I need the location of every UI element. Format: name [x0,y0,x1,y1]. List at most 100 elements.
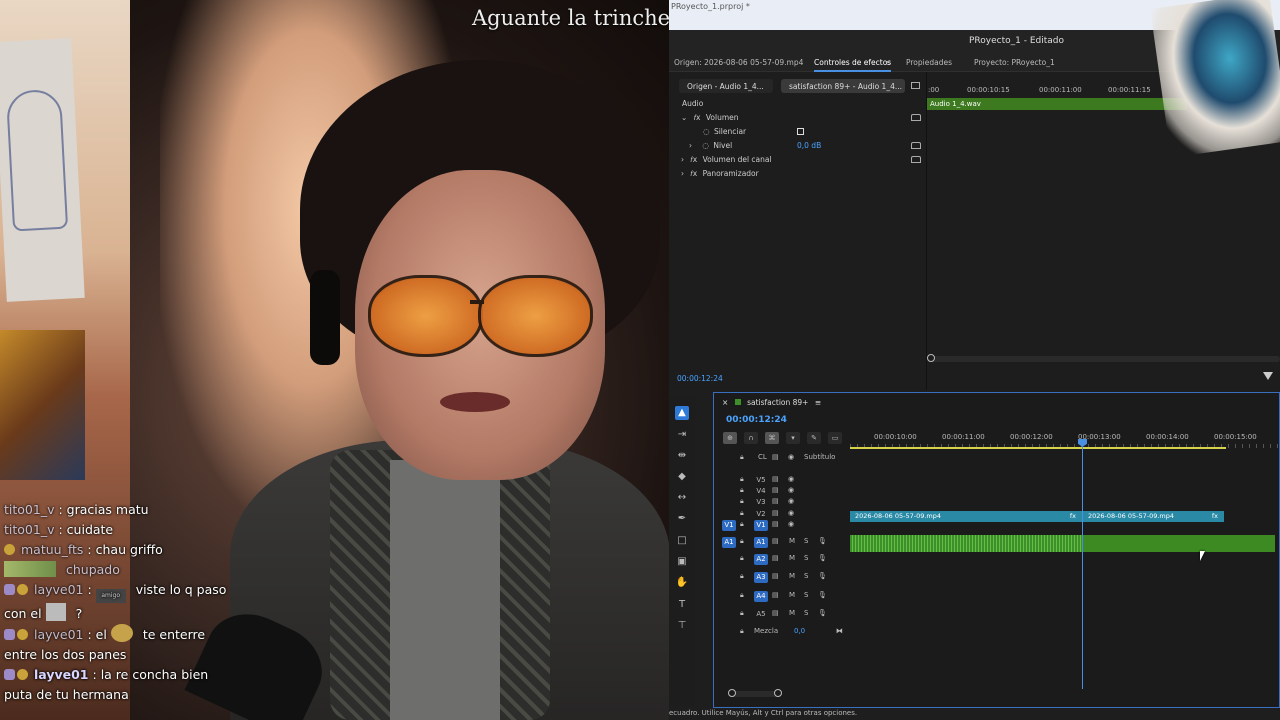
scroll-handle[interactable] [927,354,935,362]
track-label[interactable]: V1 [754,520,768,531]
solo-button[interactable]: S [804,537,808,545]
close-icon[interactable]: × [722,398,728,407]
filter-icon[interactable] [1263,372,1273,380]
film-icon[interactable]: ▤ [772,475,779,483]
mute-button[interactable]: M [789,554,795,562]
track-label[interactable]: V3 [754,497,768,508]
go-to-out-icon[interactable]: ⧓ [836,627,843,635]
audio-clip-bar[interactable]: Audio 1_4.wav [927,98,1187,110]
timeline-timecode[interactable]: 00:00:12:24 [726,415,787,425]
sequence-tab[interactable]: × satisfaction 89+ ≡ [722,398,821,407]
video-clip[interactable]: 2026-08-06 05-57-09.mp4 fx [1083,511,1224,522]
tab-origin[interactable]: Origen: 2026-08-06 05-57-09.mp4 [674,58,803,67]
solo-button[interactable]: S [804,591,808,599]
eye-icon[interactable]: ◉ [788,453,794,461]
scroll-handle-right[interactable] [774,689,782,697]
stopwatch-icon[interactable]: ◌ [702,141,709,150]
tab-effect-controls[interactable]: Controles de efectos [814,58,892,72]
track-label[interactable]: A2 [754,554,768,565]
rectangle-tool-icon[interactable]: □ [675,534,689,548]
lock-icon[interactable]: 🔒︎ [740,497,744,506]
audio-clip[interactable] [850,535,1082,552]
film-icon[interactable]: ▤ [772,453,779,461]
track-label[interactable]: A4 [754,591,768,602]
caption-tool-icon[interactable]: ⊤ [675,619,689,633]
mute-button[interactable]: M [789,591,795,599]
lock-icon[interactable]: 🔒︎ [740,537,744,546]
mute-button[interactable]: M [789,609,795,617]
sync-icon[interactable]: ▤ [772,537,779,545]
lock-icon[interactable]: 🔒︎ [740,509,744,518]
track-label[interactable]: A3 [754,572,768,583]
chevron-right-icon[interactable]: › [681,169,684,178]
track-label[interactable]: A5 [754,609,768,620]
scroll-handle-left[interactable] [728,689,736,697]
snap-icon[interactable]: ∩ [744,432,758,444]
film-icon[interactable]: ▤ [772,520,779,528]
solo-button[interactable]: S [804,609,808,617]
source-patch-a1[interactable]: A1 [722,537,736,548]
eye-icon[interactable]: ◉ [788,475,794,483]
lock-icon[interactable]: 🔒︎ [740,453,744,462]
source-patch-v1[interactable]: V1 [722,520,736,531]
source-select-sequence[interactable]: satisfaction 89+ - Audio 1_4... [781,79,905,93]
panel-toggle-icon[interactable] [911,82,920,89]
solo-button[interactable]: S [804,554,808,562]
track-select-tool-icon[interactable]: ⇥ [675,428,689,442]
reset-icon[interactable] [911,156,921,163]
captions-icon[interactable]: ▭ [828,432,842,444]
level-value[interactable]: 0,0 dB [797,141,821,154]
work-area-bar[interactable] [850,447,1226,449]
timeline-zoom-scrollbar[interactable] [728,689,782,697]
lock-icon[interactable]: 🔒︎ [740,475,744,484]
insert-icon[interactable]: ⊕ [723,432,737,444]
sync-icon[interactable]: ▤ [772,572,779,580]
menu-icon[interactable]: ≡ [815,398,821,407]
track-tool-icon[interactable]: ▣ [675,555,689,569]
eye-icon[interactable]: ◉ [788,509,794,517]
track-label[interactable]: V5 [754,475,768,486]
ripple-edit-tool-icon[interactable]: ⇹ [675,449,689,463]
effect-controls-timecode[interactable]: 00:00:12:24 [677,374,723,383]
eye-icon[interactable]: ◉ [788,486,794,494]
tab-properties[interactable]: Propiedades [906,58,952,67]
mic-icon[interactable]: 🎙︎ [818,537,827,545]
track-label[interactable]: V4 [754,486,768,497]
mute-checkbox[interactable] [797,128,804,135]
lock-icon[interactable]: 🔒︎ [740,486,744,495]
marker-icon[interactable]: ▾ [786,432,800,444]
solo-button[interactable]: S [804,572,808,580]
cc-icon[interactable]: CL [758,453,767,461]
lock-icon[interactable]: 🔒︎ [740,627,744,636]
film-icon[interactable]: ▤ [772,486,779,494]
track-label[interactable]: V2 [754,509,768,520]
effect-controls-scrollbar[interactable] [927,354,1280,362]
effect-volume[interactable]: ⌄ 𝑓x Volumen [681,113,739,126]
mic-icon[interactable]: 🎙︎ [818,591,827,599]
reset-icon[interactable] [911,114,921,121]
audio-clip[interactable] [1083,535,1275,552]
track-label[interactable]: A1 [754,537,768,548]
sync-icon[interactable]: ▤ [772,591,779,599]
sync-icon[interactable]: ▤ [772,554,779,562]
video-clip[interactable]: 2026-08-06 05-57-09.mp4 fx [850,511,1082,522]
lock-icon[interactable]: 🔒︎ [740,609,744,618]
eye-icon[interactable]: ◉ [788,497,794,505]
mute-button[interactable]: M [789,572,795,580]
mute-button[interactable]: M [789,537,795,545]
chevron-down-icon[interactable]: ⌄ [681,113,687,122]
pen-tool-icon[interactable]: ✒ [675,512,689,526]
source-select-origin[interactable]: Origen - Audio 1_4... [679,79,773,93]
stopwatch-icon[interactable]: ◌ [703,127,710,136]
wrench-icon[interactable]: ✎ [807,432,821,444]
lock-icon[interactable]: 🔒︎ [740,554,744,563]
panel-divider[interactable] [926,72,927,390]
mic-icon[interactable]: 🎙︎ [818,572,827,580]
slip-tool-icon[interactable]: ↔ [675,491,689,505]
reset-icon[interactable] [911,142,921,149]
mic-icon[interactable]: 🎙︎ [818,554,827,562]
level-value-text[interactable]: 0,0 dB [797,141,821,150]
menu-icon[interactable]: ≡ [885,58,891,67]
eye-icon[interactable]: ◉ [788,520,794,528]
effect-channel-volume[interactable]: › 𝑓x Volumen del canal [681,155,772,168]
